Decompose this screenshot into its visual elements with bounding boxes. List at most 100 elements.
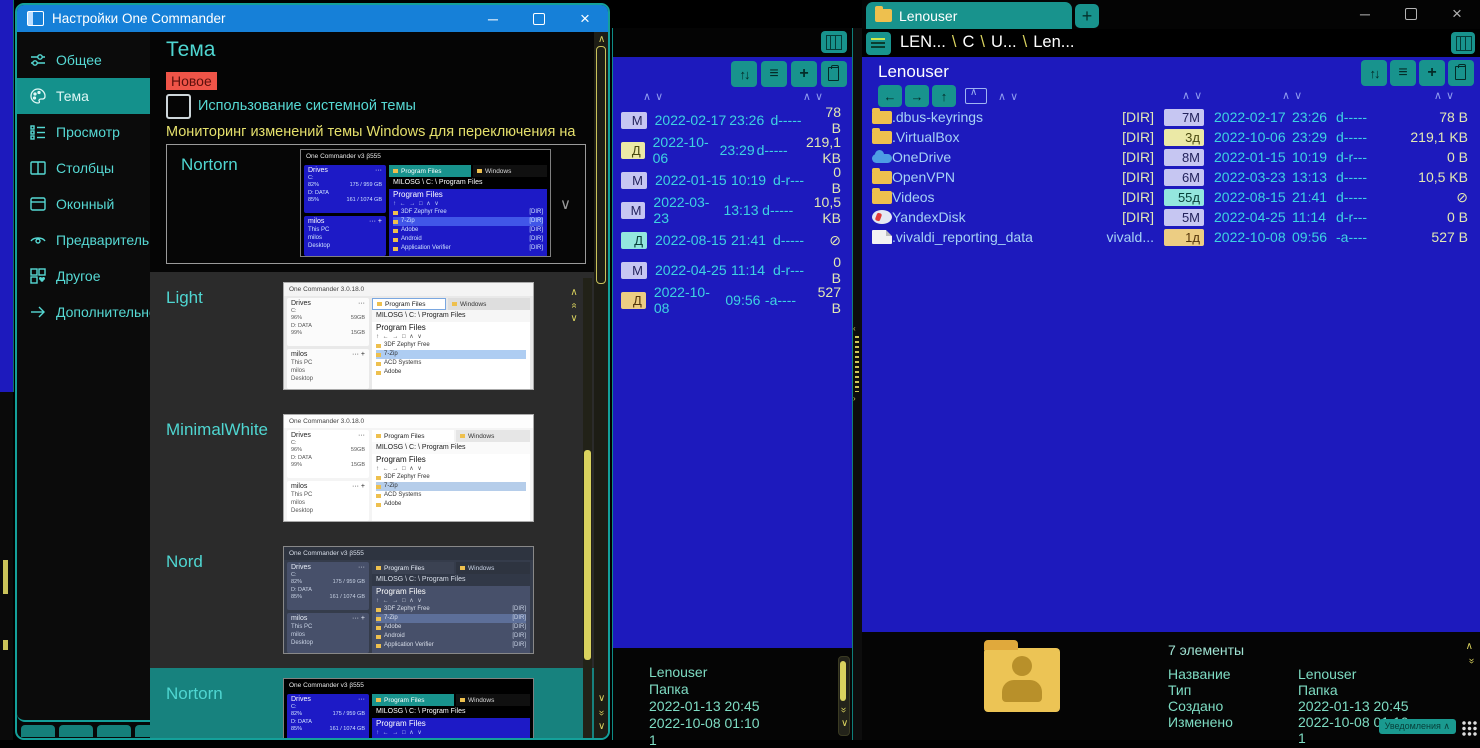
column-sort-chevrons[interactable]: ∧∨ [1182, 89, 1206, 102]
theme-name: MinimalWhite [166, 420, 269, 439]
name-sort-chevrons[interactable]: ∧∨ [998, 90, 1022, 103]
file-row[interactable]: Д 2022-10-06 23:29 d----- 219,1 KB [613, 134, 853, 166]
crumb-segment[interactable]: C [962, 33, 974, 51]
scroll-down-double-icon[interactable]: » [1466, 656, 1477, 666]
info-scrollbar[interactable]: » ∨ [838, 656, 850, 736]
crumb-segment[interactable]: U... [991, 33, 1017, 51]
scroll-down-double-icon[interactable]: » [596, 708, 607, 718]
time-cell: 23:29 [1292, 129, 1328, 145]
forward-icon[interactable]: → [905, 85, 929, 107]
new-item-icon[interactable] [791, 61, 817, 87]
age-badge: М [621, 201, 646, 219]
age-badge: Д [621, 141, 645, 159]
back-icon[interactable]: ← [878, 85, 902, 107]
scroll-down-icon[interactable]: ∨ [598, 694, 605, 704]
sort-icon[interactable] [731, 61, 757, 87]
file-row[interactable]: М 2022-01-15 10:19 d-r--- 0 B [613, 164, 853, 196]
crumb-segment[interactable]: Len... [1033, 33, 1074, 51]
list-view-icon[interactable] [761, 61, 787, 87]
sidebar-item-label: Оконный [56, 196, 115, 212]
settings-scrollbar[interactable]: ∧ ∨ » ∨ [594, 32, 608, 738]
date-cell: 2022-03-23 [1214, 169, 1286, 185]
sidebar-item-window[interactable]: Оконный [17, 186, 150, 222]
file-name: YandexDisk [892, 209, 966, 225]
minimize-button[interactable]: ─ [470, 5, 516, 33]
theme-option-minimalwhite[interactable]: MinimalWhite One Commander 3.0.18.0 Driv… [150, 404, 594, 536]
settings-title-bar[interactable]: Настройки One Commander ─ × [17, 5, 608, 32]
column-sort-chevrons[interactable]: ∧∨ [803, 90, 827, 103]
folder-icon [872, 127, 892, 144]
file-row[interactable]: Videos [DIR] 55д 2022-08-15 21:41 d----- ⊘ [862, 187, 1480, 207]
attr-cell: d----- [1336, 109, 1368, 125]
theme-dropdown[interactable]: Nortorn One Commander v3 β555 Drives ··· … [166, 144, 586, 264]
time-cell: 23:29 [719, 142, 755, 158]
maximize-button[interactable] [516, 5, 562, 33]
list-view-icon[interactable] [1390, 60, 1416, 86]
breadcrumb[interactable]: LEN... \ C \ U... \ Len... [900, 33, 1075, 52]
sidebar-item-general[interactable]: Общее [17, 42, 150, 78]
scroll-up-icon[interactable]: ∧ [1466, 642, 1473, 652]
close-button[interactable]: × [1434, 0, 1480, 28]
file-row[interactable]: Д 2022-10-08 09:56 -a---- 527 B [613, 284, 853, 316]
time-cell: 11:14 [1292, 209, 1326, 225]
new-item-icon[interactable] [1419, 60, 1445, 86]
age-badge: Д [621, 291, 646, 309]
crumb-segment[interactable]: LEN... [900, 33, 946, 51]
theme-preview-thumbnail: One Commander v3 β555 Drives ··· C: 82% 175… [283, 678, 534, 738]
column-sort-chevrons[interactable]: ∧∨ [1282, 89, 1306, 102]
splitter-handle[interactable] [855, 336, 859, 392]
scroll-down-icon[interactable]: ∨ [598, 722, 605, 732]
chevron-down-icon[interactable]: ∨ [560, 195, 571, 213]
parent-folder-icon[interactable] [965, 87, 987, 104]
theme-option-nortorn-selected[interactable]: Nortorn One Commander v3 β555 Drives ··· … [150, 668, 594, 738]
columns-view-icon[interactable] [1451, 32, 1475, 54]
up-icon[interactable]: ↑ [932, 85, 956, 107]
sidebar-item-advanced[interactable]: Дополнительно [17, 294, 157, 330]
time-cell: 09:56 [1292, 229, 1328, 245]
file-row[interactable]: YandexDisk [DIR] 5М 2022-04-25 11:14 d-r--- 0 … [862, 207, 1480, 227]
attr-cell: d----- [770, 112, 802, 128]
resize-grip[interactable] [1461, 720, 1477, 736]
file-row[interactable]: OpenVPN [DIR] 6М 2022-03-23 13:13 d----- 10,5 … [862, 167, 1480, 187]
new-tab-button[interactable]: + [1075, 4, 1099, 28]
file-row[interactable]: Д 2022-08-15 21:41 d----- ⊘ [613, 225, 853, 255]
minimize-button[interactable]: ─ [1342, 0, 1388, 28]
column-sort-chevrons[interactable]: ∧∨ [643, 90, 667, 103]
sidebar-item-other[interactable]: Другое [17, 258, 150, 294]
maximize-button[interactable] [1388, 0, 1434, 28]
file-row[interactable]: М 2022-03-23 13:13 d----- 10,5 KB [613, 194, 853, 226]
menu-icon[interactable] [866, 32, 891, 55]
notifications-badge[interactable]: Уведомления ∧ [1378, 719, 1456, 734]
onedrive-cloud-icon [872, 150, 892, 163]
file-row[interactable]: OneDrive [DIR] 8М 2022-01-15 10:19 d-r--- 0 B [862, 147, 1480, 167]
sidebar-item-theme[interactable]: Тема [17, 78, 150, 114]
grid-icon [30, 268, 46, 284]
file-row[interactable]: М 2022-04-25 11:14 d-r--- 0 B [613, 254, 853, 286]
file-row[interactable]: .VirtualBox [DIR] 3д 2022-10-06 23:29 d----- 2… [862, 127, 1480, 147]
file-row[interactable]: М 2022-02-17 23:26 d----- 78 B [613, 104, 853, 136]
preview-file-row: Application Verifier [DIR] [393, 244, 543, 253]
attr-cell: d----- [1336, 129, 1368, 145]
sidebar-item-preview[interactable]: Предварительн... [17, 222, 169, 258]
preview-file-row: Adobe [376, 368, 526, 377]
sort-icon[interactable] [1361, 60, 1387, 86]
file-row[interactable]: .vivaldi_reporting_data vivald... 1д 2022-1… [862, 227, 1480, 247]
settings-window: Настройки One Commander ─ × Общее Тема П… [15, 3, 610, 740]
paste-icon[interactable] [1448, 60, 1474, 86]
theme-option-light[interactable]: Light One Commander 3.0.18.0 Drives ··· C… [150, 272, 594, 404]
close-button[interactable]: × [562, 5, 608, 33]
theme-list-scrollbar[interactable] [583, 278, 592, 738]
theme-preview-thumbnail: One Commander v3 β555 Drives ··· C: 82% 175… [283, 546, 534, 654]
theme-option-nord[interactable]: Nord One Commander v3 β555 Drives ··· C: 8… [150, 536, 594, 668]
sidebar-item-view[interactable]: Просмотр [17, 114, 150, 150]
file-row[interactable]: .dbus-keyrings [DIR] 7М 2022-02-17 23:26 d---… [862, 107, 1480, 127]
tab-lenouser[interactable]: Lenouser [866, 2, 1072, 29]
preview-file-row: 3DF Zephyr Free [376, 473, 526, 482]
paste-icon[interactable] [821, 61, 847, 87]
columns-view-icon[interactable] [821, 31, 847, 53]
scroll-up-icon[interactable]: ∧ [598, 35, 605, 45]
age-badge: 1д [1164, 228, 1204, 246]
sidebar-item-columns[interactable]: Столбцы [17, 150, 150, 186]
system-theme-checkbox[interactable] [166, 94, 191, 119]
column-sort-chevrons[interactable]: ∧∨ [1434, 89, 1458, 102]
